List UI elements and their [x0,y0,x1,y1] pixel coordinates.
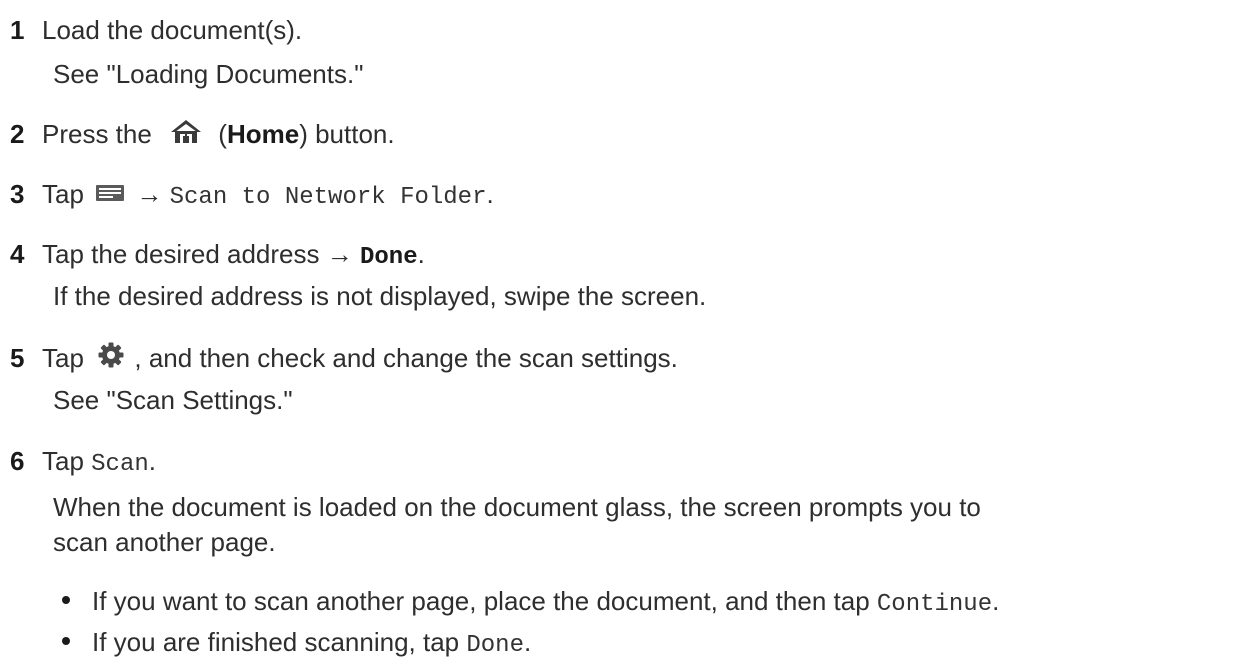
period: . [417,239,425,269]
step-6-note-line-1: When the document is loaded on the docum… [53,492,981,522]
step-text: Tap the desired address [42,239,320,269]
step-number: 5 [10,343,25,373]
period: . [523,627,532,657]
continue-label: Continue [876,591,993,618]
step-1: 1 Load the document(s). [10,14,302,46]
step-3: 3 Tap → Scan to Network Folder. [10,178,494,214]
step-5-note: See "Scan Settings." [53,385,293,415]
arrow: → [326,239,353,269]
bullet-text: If you want to scan another page, place … [92,586,870,616]
step-4: 4 Tap the desired address → Done. [10,238,425,274]
period: . [148,446,156,476]
paren-open: ( [218,119,227,149]
step-6-note-line-2: scan another page. [53,527,276,557]
arrow: → [136,179,163,209]
step-5: 5 Tap , and then check and change the sca… [10,342,678,378]
step-6: 6 Tap Scan. [10,445,156,481]
step-text: Tap [42,446,84,476]
bullet-dot [62,637,70,646]
step-number: 1 [10,15,25,45]
step-text: Tap [42,343,84,373]
gear-icon [97,341,125,376]
step-1-note: See "Loading Documents." [53,59,364,89]
bullet-item: If you want to scan another page, place … [62,585,999,621]
done-label: Done [466,632,524,659]
step-text-end: ) button. [299,119,395,149]
home-button-label: Home [226,119,300,149]
step-text: Tap [42,179,84,209]
step-2: 2 Press the (Home) button. [10,118,395,153]
period: . [486,179,494,209]
home-icon [169,118,203,151]
step-text-end: , and then check and change the scan set… [134,343,678,373]
step-number: 4 [10,239,25,269]
done-label: Done [359,244,418,271]
bullet-dot [62,596,70,605]
bullet-text: If you are finished scanning, tap [92,627,460,657]
step-4-note: If the desired address is not displayed,… [53,281,707,311]
step-number: 6 [10,446,25,476]
period: . [992,586,1000,616]
step-text: Load the document(s). [42,15,303,45]
bullet-item: If you are finished scanning, tap Done. [62,626,531,662]
scan-menu-icon [95,178,125,210]
scan-label: Scan [91,451,149,478]
scan-to-network-folder-label: Scan to Network Folder [169,184,487,211]
step-number: 3 [10,179,25,209]
step-number: 2 [10,119,25,149]
step-text: Press the [42,119,152,149]
